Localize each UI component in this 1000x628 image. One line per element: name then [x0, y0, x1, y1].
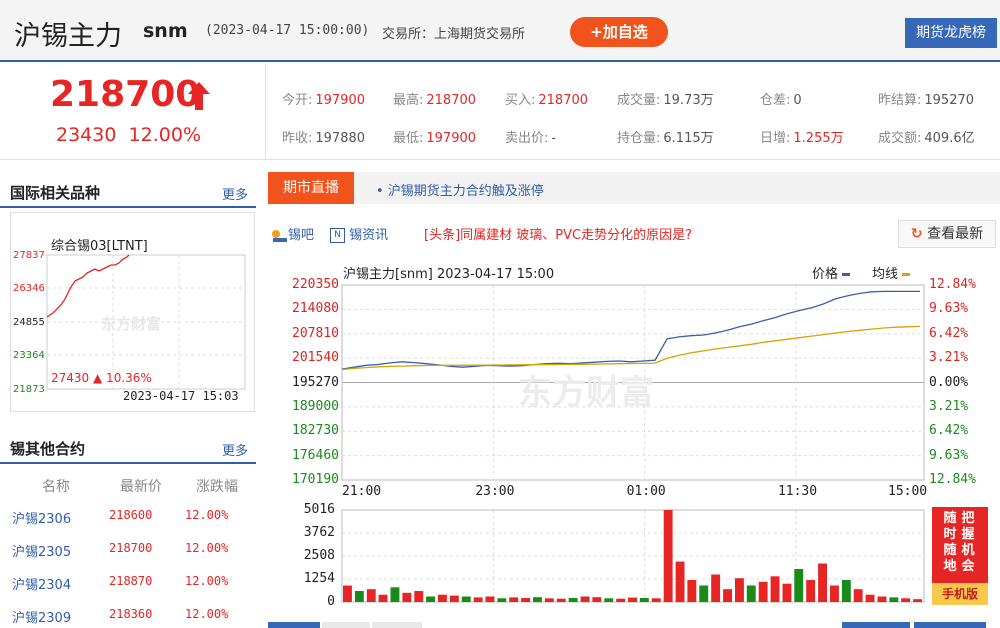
volume-bar — [735, 578, 744, 602]
ad-col-2: 随时随地 — [943, 511, 957, 574]
volume-bar — [461, 596, 471, 602]
volume-bar — [901, 598, 911, 602]
pct-axis-label: 9.63% — [929, 447, 969, 463]
volume-bar — [746, 585, 756, 602]
pct-axis-label: 6.42% — [929, 423, 969, 439]
volume-bar — [580, 596, 590, 602]
volume-bar — [699, 585, 709, 602]
volume-bar — [509, 597, 519, 602]
volume-axis-label: 3762 — [303, 525, 335, 540]
y-axis-label: 214080 — [292, 301, 339, 317]
price-chart[interactable]: 东方财富 — [0, 0, 1000, 628]
bottom-tab[interactable] — [268, 622, 320, 628]
volume-bar — [651, 598, 661, 602]
volume-bar — [913, 599, 922, 602]
volume-bar — [390, 587, 400, 602]
volume-bar — [794, 569, 804, 602]
volume-bar — [663, 510, 673, 602]
ad-text: 把握机会 随时随地 — [936, 511, 984, 579]
volume-bar — [711, 574, 721, 602]
volume-axis-label: 5016 — [303, 502, 335, 517]
volume-bar — [354, 591, 364, 602]
pct-axis-label: 0.00% — [929, 374, 969, 390]
pct-axis-label: 12.84% — [929, 472, 976, 487]
bottom-tab[interactable] — [842, 622, 910, 628]
x-axis-label: 11:30 — [777, 484, 818, 499]
mobile-ad-banner[interactable]: 把握机会 随时随地 手机版 — [932, 507, 988, 605]
volume-bar — [877, 596, 887, 602]
volume-bar — [616, 598, 626, 602]
volume-bar — [806, 580, 816, 602]
x-axis-label: 21:00 — [342, 484, 382, 499]
pct-axis-label: 3.21% — [929, 398, 969, 414]
x-axis-label: 01:00 — [626, 484, 666, 499]
y-axis-label: 220350 — [292, 277, 339, 292]
volume-axis-label: 2508 — [303, 548, 335, 563]
volume-bar — [521, 598, 531, 602]
volume-bar — [378, 594, 388, 602]
volume-bar — [830, 585, 839, 602]
volume-bar — [449, 595, 459, 602]
volume-bar — [770, 576, 780, 602]
volume-bar — [533, 597, 542, 602]
volume-bar — [865, 594, 875, 602]
y-axis-label: 182730 — [292, 423, 339, 439]
volume-bar — [544, 598, 554, 602]
y-axis-label: 195270 — [292, 374, 339, 390]
pct-axis-label: 6.42% — [929, 325, 969, 341]
bottom-tab[interactable] — [322, 622, 370, 628]
volume-bar — [556, 598, 566, 602]
volume-bar — [592, 597, 602, 602]
volume-bar — [366, 589, 376, 602]
volume-bar — [853, 589, 863, 602]
volume-bar — [426, 596, 435, 602]
volume-axis-label: 0 — [327, 594, 335, 609]
y-axis-label: 189000 — [292, 398, 339, 414]
volume-bar — [568, 598, 578, 602]
volume-bar — [782, 583, 792, 602]
volume-bar — [889, 597, 899, 602]
volume-bar — [343, 585, 352, 602]
price-line — [341, 290, 920, 370]
bottom-tab[interactable] — [914, 622, 986, 628]
x-axis-label: 15:00 — [888, 484, 928, 499]
volume-axis-label: 1254 — [303, 571, 335, 586]
y-axis-label: 207810 — [292, 325, 339, 341]
average-line — [341, 325, 921, 371]
volume-bar — [628, 597, 637, 602]
volume-bar — [841, 580, 851, 602]
ad-footer: 手机版 — [932, 583, 988, 605]
volume-bar — [438, 594, 447, 602]
pct-axis-label: 12.84% — [929, 277, 976, 292]
ad-col-1: 把握机会 — [961, 511, 975, 574]
volume-bar — [675, 561, 685, 602]
bottom-tab[interactable] — [372, 622, 422, 628]
volume-bar — [604, 598, 614, 602]
volume-bar — [818, 563, 827, 602]
pct-axis-label: 9.63% — [929, 301, 969, 317]
x-axis-label: 23:00 — [475, 484, 515, 499]
volume-bar — [402, 592, 412, 602]
volume-bar — [497, 598, 507, 602]
volume-bar — [758, 581, 768, 602]
volume-bar — [687, 580, 697, 602]
volume-bar — [473, 597, 483, 602]
volume-bar — [414, 591, 424, 602]
pct-axis-label: 3.21% — [929, 350, 969, 366]
volume-bar — [639, 598, 649, 602]
y-axis-label: 170190 — [292, 472, 339, 487]
y-axis-label: 176460 — [292, 447, 339, 463]
volume-bar — [485, 596, 495, 602]
volume-bar — [723, 589, 732, 602]
y-axis-label: 201540 — [292, 350, 339, 366]
chart-watermark: 东方财富 — [518, 373, 654, 413]
